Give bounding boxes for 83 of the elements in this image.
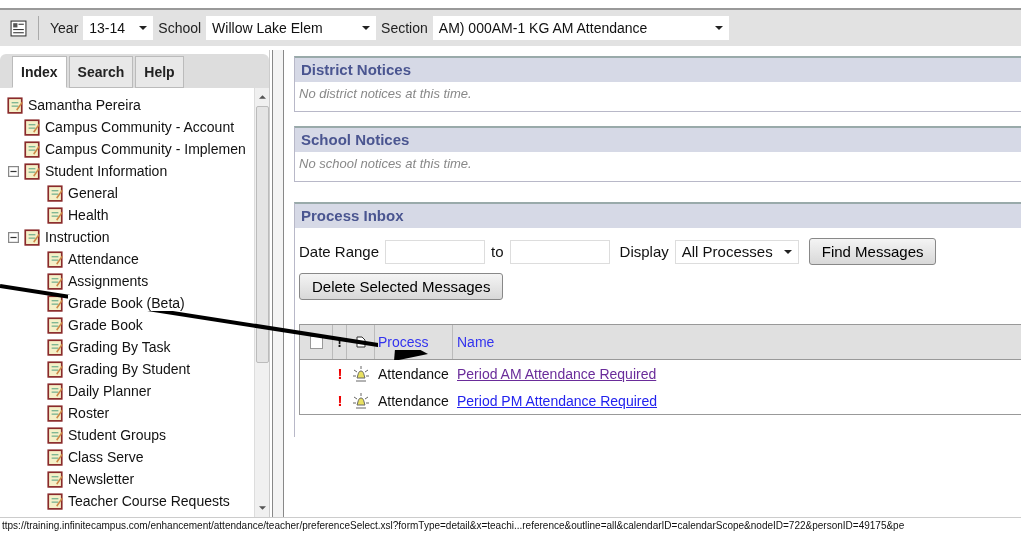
notepad-icon bbox=[46, 492, 64, 510]
notice-text: No district notices at this time. bbox=[298, 85, 473, 103]
tree-item[interactable]: Student Groups bbox=[68, 427, 167, 443]
find-messages-button[interactable]: Find Messages bbox=[808, 238, 937, 265]
form-icon[interactable] bbox=[10, 19, 27, 37]
priority-mark: ! bbox=[337, 365, 343, 382]
bell-icon bbox=[352, 391, 370, 410]
tree-item[interactable]: Grade Book bbox=[68, 317, 143, 333]
tree-item[interactable]: Campus Community - Implemen bbox=[45, 141, 246, 157]
tree-item[interactable]: Grading By Student bbox=[68, 361, 191, 377]
scrollbar[interactable] bbox=[254, 88, 269, 517]
tree-item[interactable]: Campus Community - Account bbox=[45, 119, 235, 135]
panel-header: District Notices bbox=[295, 58, 1021, 82]
notepad-icon bbox=[46, 294, 64, 312]
notepad-icon bbox=[46, 404, 64, 422]
notepad-icon bbox=[46, 272, 64, 290]
caret-icon bbox=[714, 26, 723, 30]
process-cell: Attendance bbox=[378, 392, 449, 409]
splitter-bar[interactable] bbox=[272, 50, 284, 517]
notice-text: No school notices at this time. bbox=[298, 155, 473, 173]
process-column-header[interactable]: Process bbox=[378, 334, 429, 350]
tab[interactable]: Help bbox=[135, 56, 184, 88]
tree-item[interactable]: Roster bbox=[68, 405, 110, 421]
to-label: to bbox=[491, 243, 504, 260]
tree-item[interactable]: Health bbox=[68, 207, 109, 223]
school-label: School bbox=[158, 20, 202, 36]
notepad-icon bbox=[23, 118, 41, 136]
tree-item[interactable]: Teacher Course Requests bbox=[68, 493, 230, 509]
scroll-up-icon[interactable] bbox=[258, 95, 266, 99]
notepad-icon bbox=[23, 140, 41, 158]
notepad-icon bbox=[46, 316, 64, 334]
notepad-icon bbox=[6, 96, 24, 114]
collapse-toggle[interactable] bbox=[8, 231, 19, 243]
notepad-icon bbox=[46, 206, 64, 224]
name-column-header[interactable]: Name bbox=[457, 334, 495, 350]
notepad-icon bbox=[46, 382, 64, 400]
tree-item[interactable]: Newsletter bbox=[68, 471, 135, 487]
message-link[interactable]: Period PM Attendance Required bbox=[457, 392, 657, 409]
process-cell: Attendance bbox=[378, 365, 449, 382]
notepad-icon bbox=[46, 250, 64, 268]
section-label: Section bbox=[381, 20, 428, 36]
notepad-icon bbox=[23, 228, 41, 246]
notepad-icon bbox=[46, 470, 64, 488]
year-label: Year bbox=[50, 20, 79, 36]
tree-item[interactable]: Samantha Pereira bbox=[28, 97, 141, 113]
panel-header: Process Inbox bbox=[295, 204, 1021, 228]
document-icon bbox=[355, 336, 366, 348]
tree-item[interactable]: Grade Book (Beta) bbox=[68, 295, 185, 311]
year-dropdown[interactable]: 13-14 bbox=[83, 16, 154, 40]
bell-icon bbox=[352, 364, 370, 383]
start-date-field[interactable] bbox=[385, 239, 486, 264]
notepad-icon bbox=[23, 162, 41, 180]
display-dropdown[interactable]: All Processes bbox=[674, 239, 799, 264]
message-link[interactable]: Period AM Attendance Required bbox=[457, 365, 657, 382]
notepad-icon bbox=[46, 448, 64, 466]
tree-item[interactable]: Student Information bbox=[45, 163, 168, 179]
caret-icon bbox=[362, 26, 371, 30]
tab[interactable]: Search bbox=[68, 56, 134, 88]
tree-item[interactable]: Attendance bbox=[68, 251, 139, 267]
notepad-icon bbox=[46, 426, 64, 444]
section-dropdown[interactable]: AM) 000AM-1 KG AM Attendance bbox=[432, 16, 729, 40]
tree-item[interactable]: Class Serve bbox=[68, 449, 144, 465]
notepad-icon bbox=[46, 338, 64, 356]
tree-item[interactable]: Daily Planner bbox=[68, 383, 152, 399]
status-bar-url: ttps://training.infinitecampus.com/enhancement/attendance/teacher/preferenceSelect.xsl?formType=detail&x=teachi...reference&outline=all&calendarID=calendarScope&nodeID=722&personID=49175&pe bbox=[0, 517, 1021, 533]
caret-icon bbox=[783, 249, 792, 254]
tree-item[interactable]: Assignments bbox=[68, 273, 149, 289]
priority-mark: ! bbox=[337, 392, 343, 409]
delete-messages-button[interactable]: Delete Selected Messages bbox=[299, 273, 504, 300]
notepad-icon bbox=[46, 184, 64, 202]
display-label: Display bbox=[619, 243, 669, 260]
school-dropdown[interactable]: Willow Lake Elem bbox=[206, 16, 377, 40]
notepad-icon bbox=[46, 360, 64, 378]
panel-header: School Notices bbox=[295, 128, 1021, 152]
tree-item[interactable]: General bbox=[68, 185, 118, 201]
collapse-toggle[interactable] bbox=[8, 165, 19, 177]
tree-item[interactable]: Grading By Task bbox=[68, 339, 171, 355]
caret-icon bbox=[139, 26, 148, 30]
date-range-label: Date Range bbox=[299, 243, 380, 260]
end-date-field[interactable] bbox=[509, 239, 610, 264]
tree-item[interactable]: Instruction bbox=[45, 229, 110, 245]
tab[interactable]: Index bbox=[12, 56, 67, 88]
scroll-down-icon[interactable] bbox=[258, 506, 266, 510]
